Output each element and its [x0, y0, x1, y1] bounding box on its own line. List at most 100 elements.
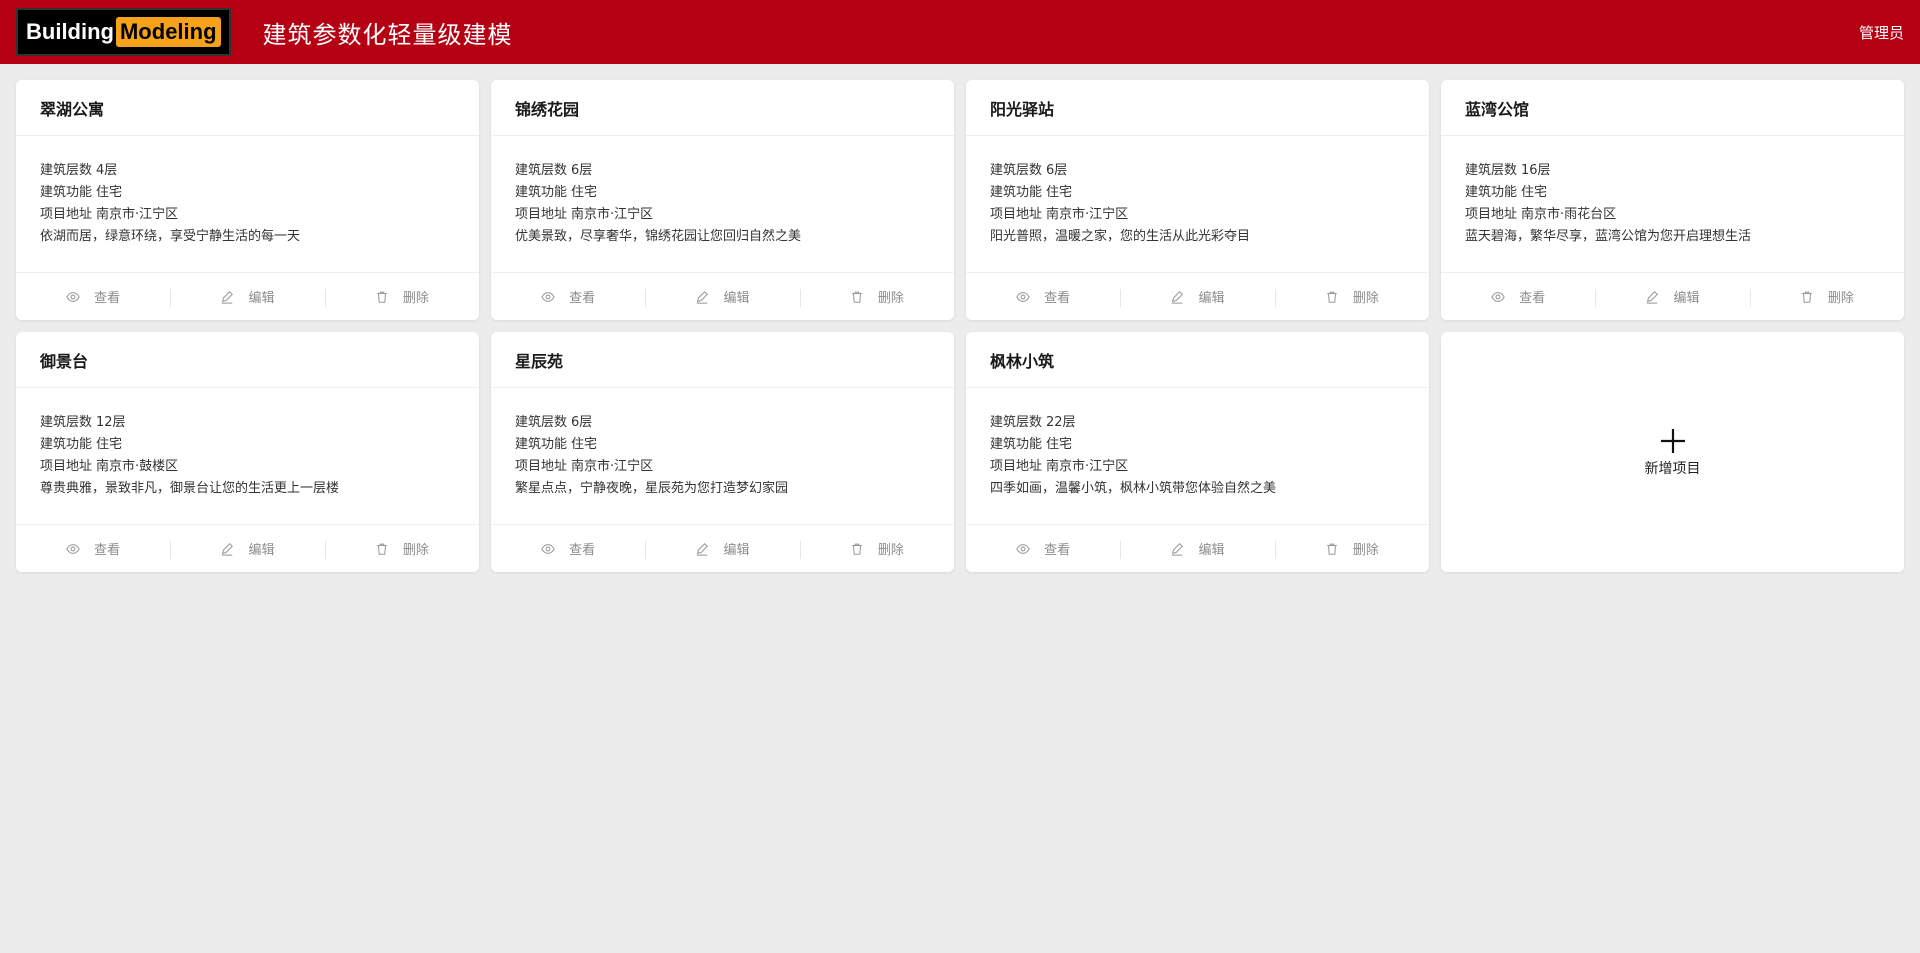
view-button[interactable]: 查看 — [491, 287, 645, 306]
address-label: 项目地址 — [40, 459, 93, 474]
card-actions: 查看 编辑 删除 — [1441, 272, 1904, 320]
view-label: 查看 — [1044, 543, 1071, 558]
edit-button[interactable]: 编辑 — [170, 539, 324, 559]
address-row: 项目地址 南京市·江宁区 — [40, 204, 455, 226]
edit-label: 编辑 — [248, 543, 275, 558]
delete-button[interactable]: 删除 — [799, 539, 954, 559]
project-title: 蓝湾公馆 — [1441, 80, 1904, 136]
function-label: 建筑功能 — [1465, 185, 1518, 200]
floors-row: 建筑层数 22层 — [990, 412, 1405, 434]
delete-button[interactable]: 删除 — [324, 539, 479, 559]
function-row: 建筑功能 住宅 — [515, 182, 930, 204]
app-logo[interactable]: Building Modeling — [16, 8, 231, 56]
address-value: 南京市·江宁区 — [1046, 459, 1129, 474]
trash-icon — [1327, 543, 1337, 555]
project-description: 蓝天碧海，繁华尽享，蓝湾公馆为您开启理想生活 — [1465, 229, 1752, 244]
project-description: 阳光普照，温暖之家，您的生活从此光彩夺目 — [990, 229, 1251, 244]
project-card: 翠湖公寓 建筑层数 4层 建筑功能 住宅 项目地址 南京市·江宁区 依湖而居，绿意环绕… — [16, 80, 479, 320]
trash-icon — [852, 543, 862, 555]
address-value: 南京市·江宁区 — [1046, 207, 1129, 222]
app-title: 建筑参数化轻量级建模 — [262, 20, 513, 49]
floors-value: 6层 — [1046, 163, 1068, 178]
edit-button[interactable]: 编辑 — [1595, 287, 1749, 307]
delete-button[interactable]: 删除 — [324, 287, 479, 307]
floors-row: 建筑层数 12层 — [40, 412, 455, 434]
function-row: 建筑功能 住宅 — [515, 434, 930, 456]
floors-row: 建筑层数 6层 — [990, 160, 1405, 182]
add-project-label: 新增项目 — [1644, 461, 1701, 477]
edit-button[interactable]: 编辑 — [645, 287, 799, 307]
edit-label: 编辑 — [1673, 291, 1700, 306]
delete-label: 删除 — [402, 291, 429, 306]
function-row: 建筑功能 住宅 — [40, 434, 455, 456]
address-value: 南京市·江宁区 — [571, 207, 654, 222]
view-button[interactable]: 查看 — [966, 539, 1120, 558]
trash-icon — [1327, 291, 1337, 303]
address-row: 项目地址 南京市·江宁区 — [515, 456, 930, 478]
delete-button[interactable]: 删除 — [1274, 287, 1429, 307]
address-label: 项目地址 — [515, 459, 568, 474]
function-row: 建筑功能 住宅 — [990, 434, 1405, 456]
pencil-icon — [1172, 290, 1184, 304]
address-value: 南京市·江宁区 — [96, 207, 179, 222]
floors-label: 建筑层数 — [40, 163, 93, 178]
project-info: 建筑层数 6层 建筑功能 住宅 项目地址 南京市·江宁区 优美景致，尽享奢华，锦绣花园… — [491, 136, 954, 272]
add-project-button[interactable]: 新增项目 — [1441, 332, 1904, 572]
function-row: 建筑功能 住宅 — [40, 182, 455, 204]
view-button[interactable]: 查看 — [16, 539, 170, 558]
view-button[interactable]: 查看 — [491, 539, 645, 558]
floors-value: 6层 — [571, 415, 593, 430]
eye-icon — [66, 543, 80, 554]
project-card: 蓝湾公馆 建筑层数 16层 建筑功能 住宅 项目地址 南京市·雨花台区 蓝天碧海，繁华… — [1441, 80, 1904, 320]
project-title: 御景台 — [16, 332, 479, 388]
delete-button[interactable]: 删除 — [799, 287, 954, 307]
floors-label: 建筑层数 — [1465, 163, 1518, 178]
project-card: 枫林小筑 建筑层数 22层 建筑功能 住宅 项目地址 南京市·江宁区 四季如画，温馨小… — [966, 332, 1429, 572]
function-value: 住宅 — [1046, 437, 1073, 452]
card-actions: 查看 编辑 删除 — [491, 272, 954, 320]
edit-button[interactable]: 编辑 — [1120, 287, 1274, 307]
function-label: 建筑功能 — [990, 185, 1043, 200]
view-button[interactable]: 查看 — [1441, 287, 1595, 306]
view-label: 查看 — [94, 543, 121, 558]
function-value: 住宅 — [1046, 185, 1073, 200]
logo-text-building: Building — [26, 19, 114, 44]
address-label: 项目地址 — [990, 459, 1043, 474]
project-description: 依湖而居，绿意环绕，享受宁静生活的每一天 — [40, 229, 301, 244]
edit-label: 编辑 — [723, 543, 750, 558]
function-label: 建筑功能 — [515, 185, 568, 200]
project-info: 建筑层数 6层 建筑功能 住宅 项目地址 南京市·江宁区 繁星点点，宁静夜晚，星辰苑为… — [491, 388, 954, 524]
user-menu[interactable]: 管理员 — [1859, 0, 1904, 64]
edit-label: 编辑 — [248, 291, 275, 306]
view-label: 查看 — [94, 291, 121, 306]
address-label: 项目地址 — [990, 207, 1043, 222]
view-label: 查看 — [569, 543, 596, 558]
project-title: 翠湖公寓 — [16, 80, 479, 136]
plus-icon — [1660, 429, 1685, 453]
edit-button[interactable]: 编辑 — [170, 287, 324, 307]
trash-icon — [377, 543, 387, 555]
project-info: 建筑层数 16层 建筑功能 住宅 项目地址 南京市·雨花台区 蓝天碧海，繁华尽享，蓝湾… — [1441, 136, 1904, 272]
view-button[interactable]: 查看 — [16, 287, 170, 306]
card-actions: 查看 编辑 删除 — [966, 272, 1429, 320]
project-description: 四季如画，温馨小筑，枫林小筑带您体验自然之美 — [990, 481, 1277, 496]
floors-row: 建筑层数 4层 — [40, 160, 455, 182]
delete-label: 删除 — [877, 291, 904, 306]
eye-icon — [66, 291, 80, 302]
function-label: 建筑功能 — [990, 437, 1043, 452]
project-title: 阳光驿站 — [966, 80, 1429, 136]
delete-label: 删除 — [1827, 291, 1854, 306]
delete-button[interactable]: 删除 — [1749, 287, 1904, 307]
card-actions: 查看 编辑 删除 — [491, 524, 954, 572]
eye-icon — [541, 543, 555, 554]
edit-button[interactable]: 编辑 — [1120, 539, 1274, 559]
project-title: 锦绣花园 — [491, 80, 954, 136]
view-label: 查看 — [1519, 291, 1546, 306]
address-value: 南京市·江宁区 — [571, 459, 654, 474]
view-button[interactable]: 查看 — [966, 287, 1120, 306]
project-description: 优美景致，尽享奢华，锦绣花园让您回归自然之美 — [515, 229, 802, 244]
delete-button[interactable]: 删除 — [1274, 539, 1429, 559]
edit-button[interactable]: 编辑 — [645, 539, 799, 559]
delete-label: 删除 — [402, 543, 429, 558]
project-title: 星辰苑 — [491, 332, 954, 388]
